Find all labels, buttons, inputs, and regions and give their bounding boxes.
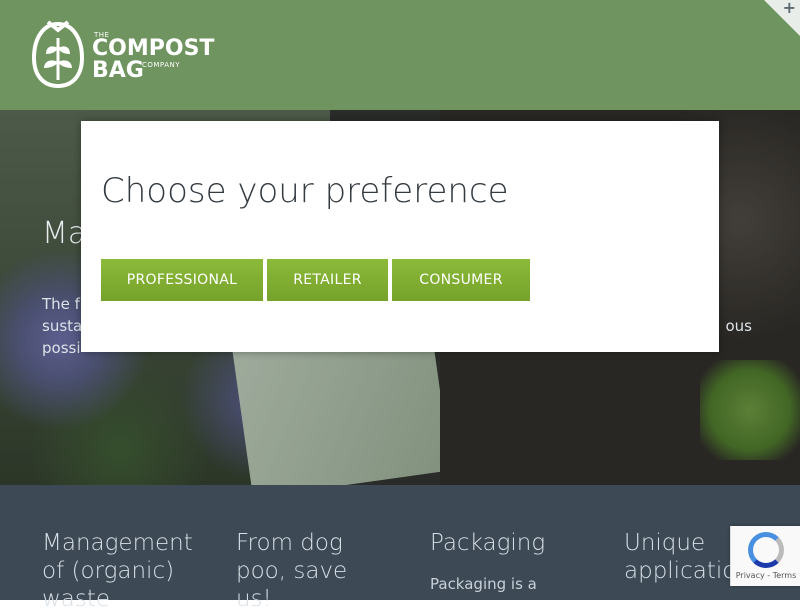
retailer-button[interactable]: RETAILER	[267, 259, 388, 301]
hero-text-line: The f	[42, 295, 80, 313]
modal-title: Choose your preference	[101, 171, 509, 211]
privacy-link[interactable]: Privacy	[736, 571, 765, 580]
logo-company: COMPANY	[142, 61, 181, 69]
features-band: Management of (organic) waste From dog p…	[0, 485, 800, 612]
hero-title: Ma	[42, 216, 87, 251]
hero-text-line: possi	[42, 339, 81, 357]
feature-title[interactable]: From dog poo, save us!	[236, 529, 366, 613]
professional-button[interactable]: PROFESSIONAL	[101, 259, 263, 301]
feature-text: Packaging is a	[430, 575, 537, 593]
feature-title[interactable]: Management of (organic) waste	[42, 529, 202, 613]
terms-link[interactable]: Terms	[773, 571, 797, 580]
compost-bag-logo[interactable]: THE COMPOST BAG COMPANY	[30, 18, 214, 92]
preference-modal: Choose your preference PROFESSIONAL RETA…	[81, 121, 719, 352]
recaptcha-links: Privacy - Terms	[731, 571, 800, 580]
logo-compost: COMPOST	[92, 36, 215, 61]
feature-title[interactable]: Packaging	[430, 529, 590, 557]
plus-icon[interactable]: +	[783, 0, 796, 17]
hero-text-line-end: ous	[725, 317, 753, 335]
recaptcha-badge[interactable]: Privacy - Terms	[730, 526, 800, 586]
recaptcha-icon	[748, 532, 784, 568]
logo-bag: BAG	[92, 58, 144, 83]
site-header: THE COMPOST BAG COMPANY +	[0, 0, 800, 110]
hero-text-line: susta	[42, 317, 83, 335]
link-separator: -	[767, 571, 771, 580]
bag-leaf-icon	[31, 20, 85, 89]
consumer-button[interactable]: CONSUMER	[392, 259, 530, 301]
